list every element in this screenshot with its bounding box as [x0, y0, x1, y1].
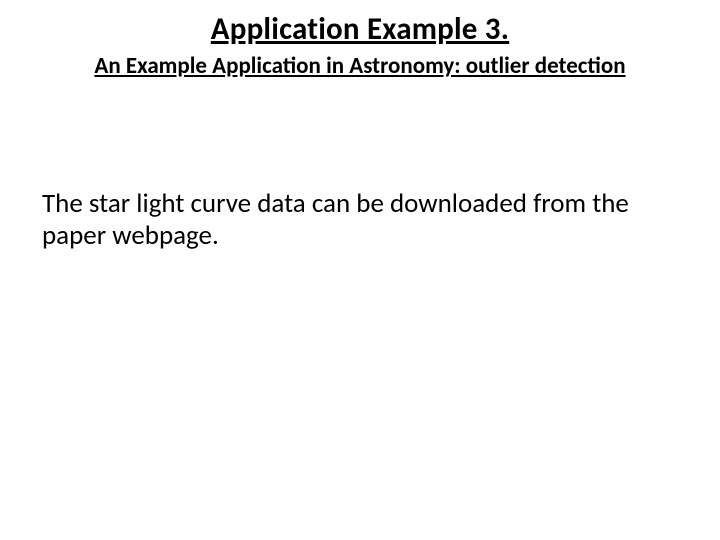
slide-title: Application Example 3. [0, 10, 720, 48]
slide-subtitle: An Example Application in Astronomy: out… [0, 52, 720, 80]
slide: Application Example 3. An Example Applic… [0, 0, 720, 540]
slide-body-text: The star light curve data can be downloa… [42, 188, 654, 252]
